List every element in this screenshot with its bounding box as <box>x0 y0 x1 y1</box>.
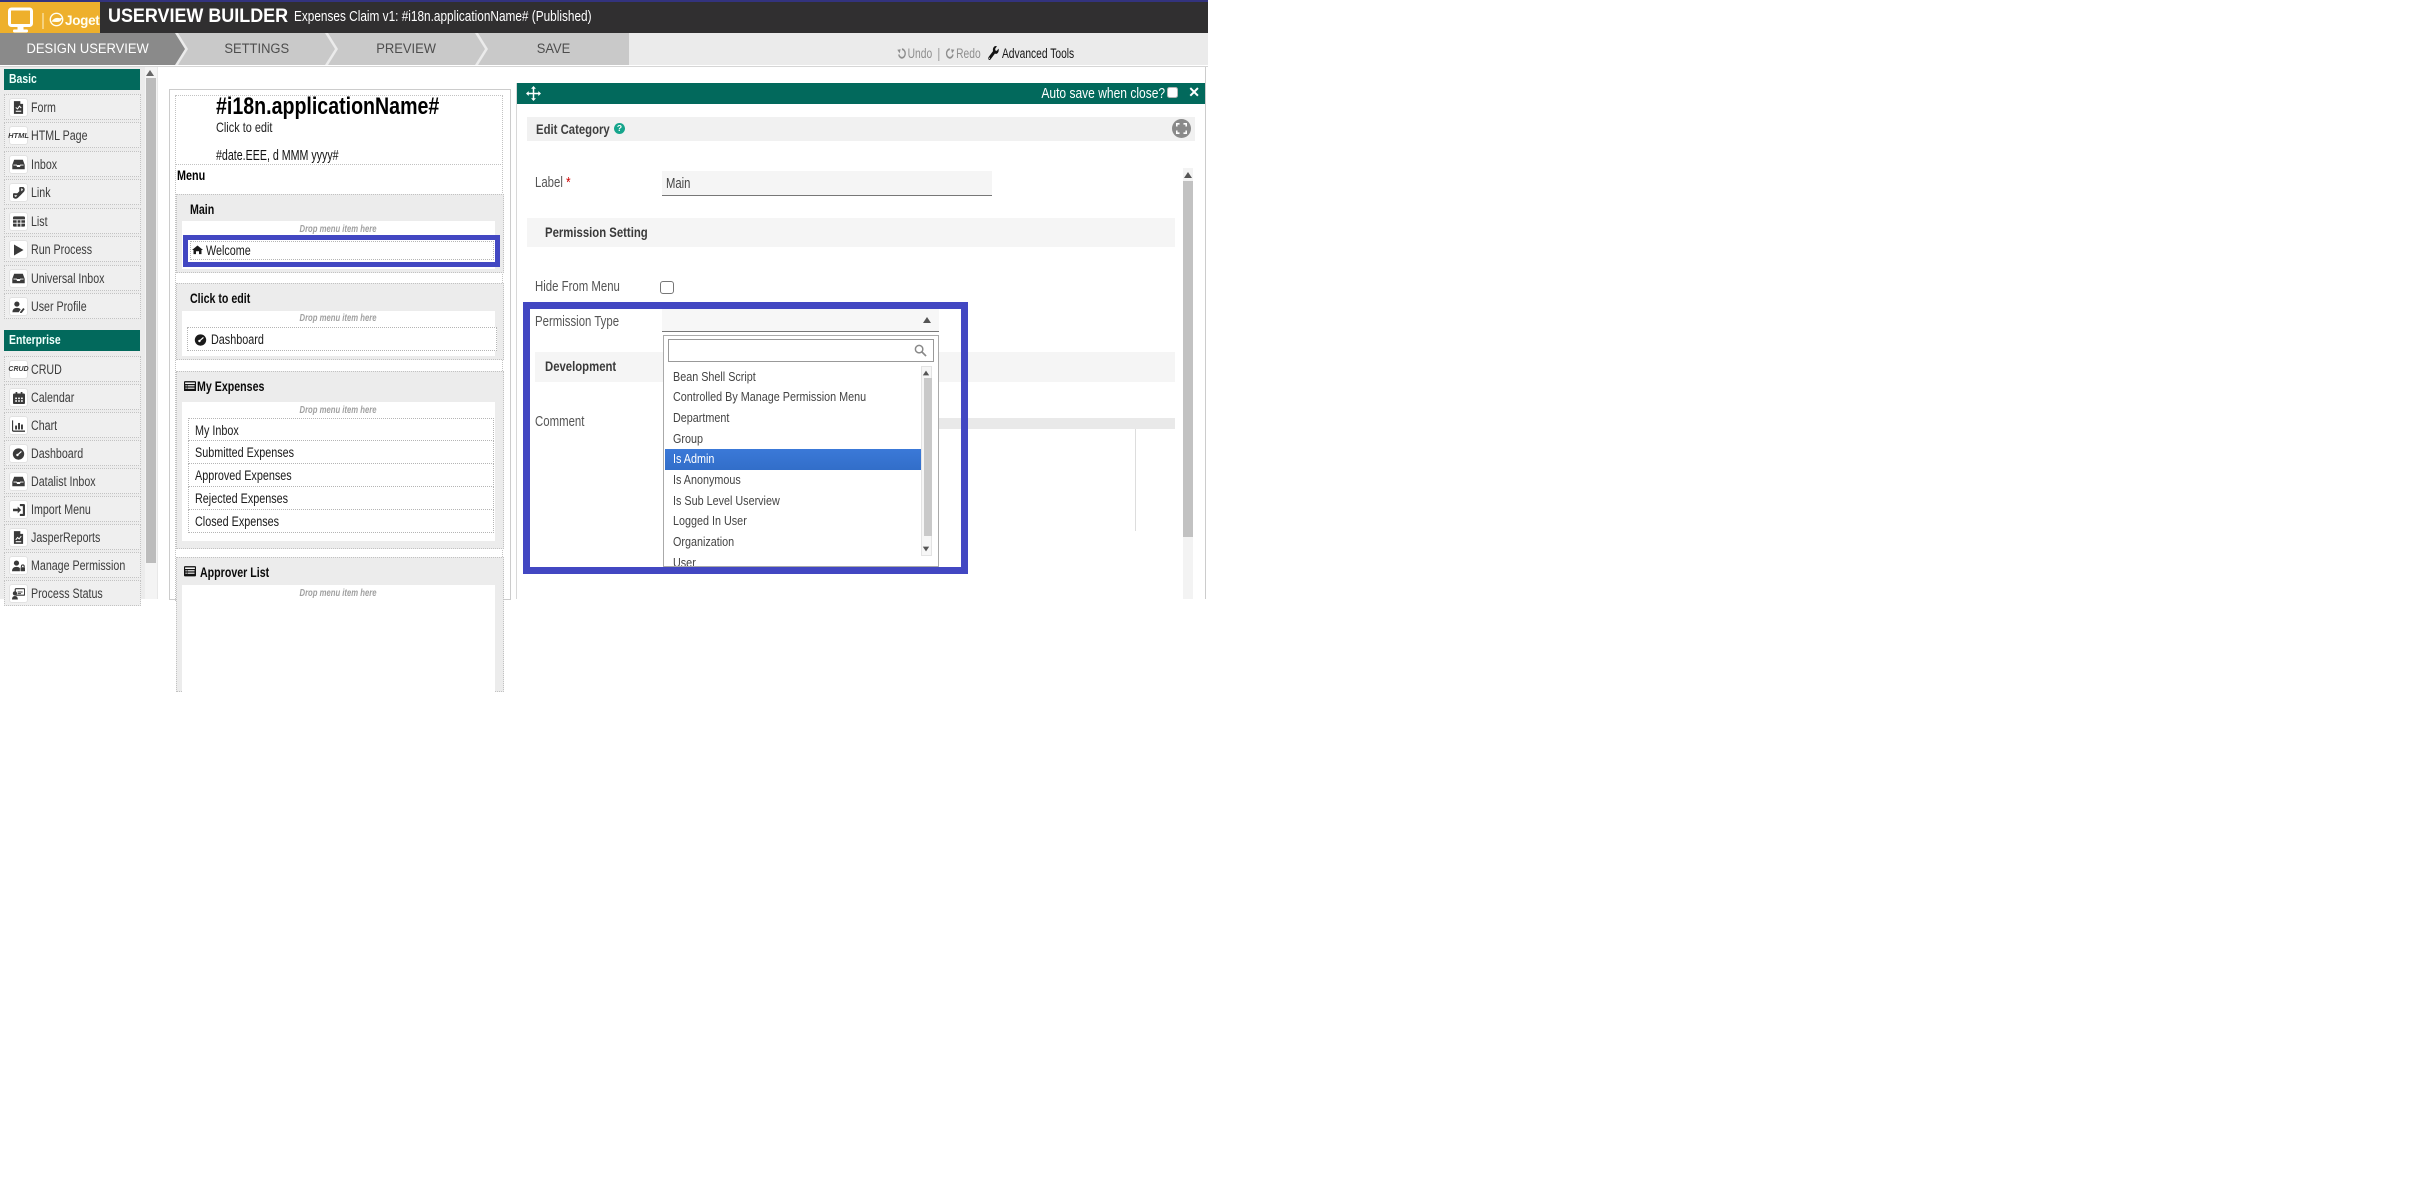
svg-text:Joget: Joget <box>65 13 100 28</box>
